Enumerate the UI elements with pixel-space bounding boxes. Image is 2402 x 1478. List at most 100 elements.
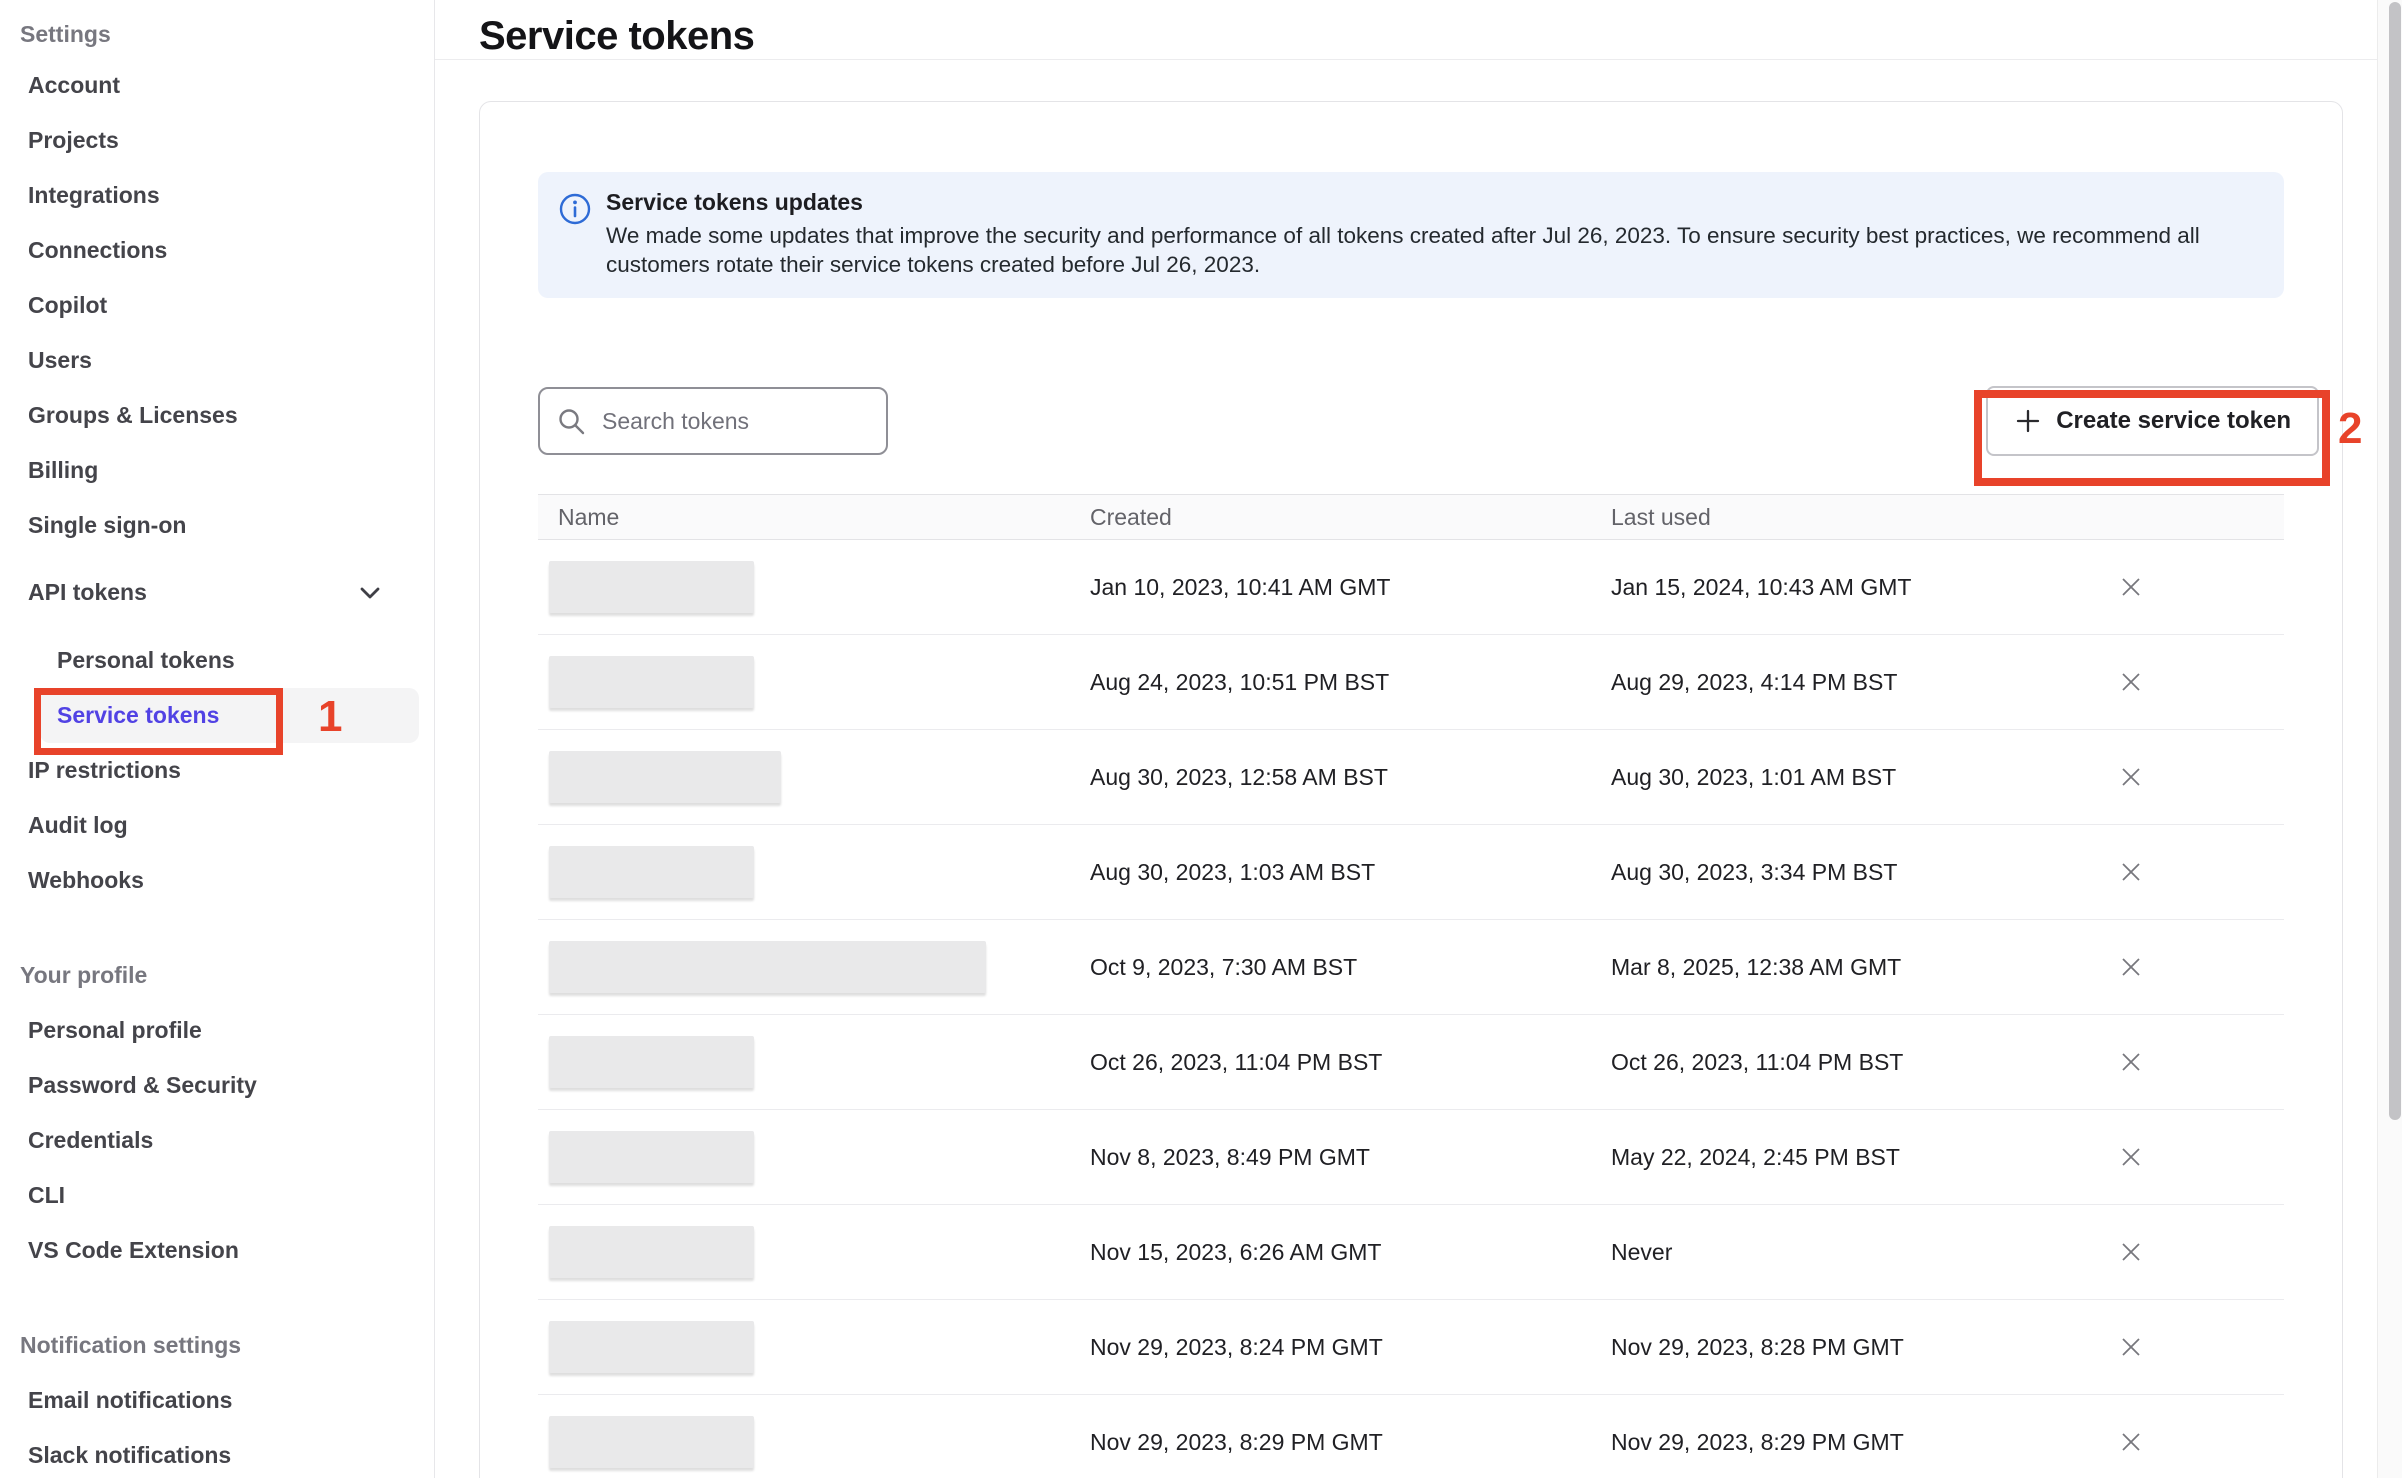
sidebar-section: SettingsAccount Projects IntegrationsConne… bbox=[0, 10, 434, 908]
table-row: Aug 30, 2023, 12:58 AM BSTAug 30, 2023, … bbox=[538, 730, 2284, 825]
sidebar-item-email-notifications[interactable]: Email notifications bbox=[0, 1373, 434, 1428]
cell-name bbox=[538, 561, 1090, 613]
sidebar-item-api-tokens[interactable]: API tokens bbox=[0, 565, 434, 620]
cell-name bbox=[538, 1226, 1090, 1278]
sidebar-item-credentials[interactable]: Credentials bbox=[0, 1113, 434, 1168]
sidebar-section-header: Notification settings bbox=[0, 1318, 434, 1373]
sidebar-item-label: Audit log bbox=[28, 812, 128, 839]
app-window: SettingsAccount Projects IntegrationsConne… bbox=[0, 0, 2402, 1478]
table-row: Aug 24, 2023, 10:51 PM BSTAug 29, 2023, … bbox=[538, 635, 2284, 730]
cell-name bbox=[538, 751, 1090, 803]
cell-actions bbox=[2089, 1425, 2284, 1459]
scrollbar-thumb[interactable] bbox=[2389, 2, 2401, 1120]
close-icon[interactable] bbox=[2114, 1425, 2148, 1459]
sidebar-item-audit-log[interactable]: Audit log bbox=[0, 798, 434, 853]
sidebar-item-users[interactable]: Users bbox=[0, 333, 434, 388]
toolbar: Create service token bbox=[480, 386, 2342, 456]
table-row: Aug 30, 2023, 1:03 AM BSTAug 30, 2023, 3… bbox=[538, 825, 2284, 920]
sidebar-item-label: Projects bbox=[28, 127, 119, 154]
create-service-token-button[interactable]: Create service token bbox=[1986, 386, 2319, 456]
name-redacted-placeholder bbox=[549, 751, 781, 803]
cell-created: Nov 8, 2023, 8:49 PM GMT bbox=[1090, 1144, 1611, 1171]
name-redacted-placeholder bbox=[549, 656, 754, 708]
sidebar-item-label: Credentials bbox=[28, 1127, 153, 1154]
sidebar-item-service-tokens[interactable]: Service tokens bbox=[40, 688, 419, 743]
cell-name bbox=[538, 846, 1090, 898]
name-redacted-placeholder bbox=[549, 1131, 754, 1183]
cell-last-used: Aug 29, 2023, 4:14 PM BST bbox=[1611, 669, 2089, 696]
close-icon[interactable] bbox=[2114, 1140, 2148, 1174]
sidebar-item-slack-notifications[interactable]: Slack notifications bbox=[0, 1428, 434, 1478]
tokens-table: Name Created Last used Jan 10, 2023, 10:… bbox=[538, 494, 2284, 1478]
service-tokens-card: Service tokens updates We made some upda… bbox=[479, 101, 2343, 1478]
sidebar-item-label: VS Code Extension bbox=[28, 1237, 239, 1264]
sidebar-item-cli[interactable]: CLI bbox=[0, 1168, 434, 1223]
sidebar-group: API tokens Personal tokensService tokens bbox=[0, 565, 434, 743]
cell-name bbox=[538, 1131, 1090, 1183]
cell-created: Oct 9, 2023, 7:30 AM BST bbox=[1090, 954, 1611, 981]
close-icon[interactable] bbox=[2114, 1330, 2148, 1364]
name-redacted-placeholder bbox=[549, 1226, 754, 1278]
close-icon[interactable] bbox=[2114, 1235, 2148, 1269]
close-icon[interactable] bbox=[2114, 665, 2148, 699]
cell-name bbox=[538, 656, 1090, 708]
sidebar-item-ip-restrictions[interactable]: IP restrictions bbox=[0, 743, 434, 798]
table-row: Nov 15, 2023, 6:26 AM GMTNever bbox=[538, 1205, 2284, 1300]
sidebar-item-account[interactable]: Account bbox=[0, 58, 434, 113]
column-header-name: Name bbox=[538, 504, 1090, 531]
sidebar-item-password-security[interactable]: Password & Security bbox=[0, 1058, 434, 1113]
sidebar-item-groups-licenses[interactable]: Groups & Licenses bbox=[0, 388, 434, 443]
sidebar-item-vs-code-extension[interactable]: VS Code Extension bbox=[0, 1223, 434, 1278]
sidebar-section: Your profilePersonal profilePassword & S… bbox=[0, 948, 434, 1278]
name-redacted-placeholder bbox=[549, 846, 754, 898]
sidebar-item-label: Webhooks bbox=[28, 867, 144, 894]
chevron-down-icon bbox=[356, 579, 384, 607]
close-icon[interactable] bbox=[2114, 1045, 2148, 1079]
cell-last-used: Jan 15, 2024, 10:43 AM GMT bbox=[1611, 574, 2089, 601]
close-icon[interactable] bbox=[2114, 760, 2148, 794]
name-redacted-placeholder bbox=[549, 561, 754, 613]
cell-created: Oct 26, 2023, 11:04 PM BST bbox=[1090, 1049, 1611, 1076]
cell-actions bbox=[2089, 855, 2284, 889]
sidebar-item-webhooks[interactable]: Webhooks bbox=[0, 853, 434, 908]
sidebar-item-label: Email notifications bbox=[28, 1387, 232, 1414]
search-icon bbox=[556, 406, 588, 438]
column-header-last-used: Last used bbox=[1611, 504, 2089, 531]
cell-actions bbox=[2089, 760, 2284, 794]
scrollbar-track[interactable] bbox=[2377, 0, 2402, 1478]
sidebar-item-copilot[interactable]: Copilot bbox=[0, 278, 434, 333]
sidebar-item-label: API tokens bbox=[28, 579, 147, 606]
table-row: Nov 29, 2023, 8:24 PM GMTNov 29, 2023, 8… bbox=[538, 1300, 2284, 1395]
cell-name bbox=[538, 941, 1090, 993]
cell-last-used: Nov 29, 2023, 8:28 PM GMT bbox=[1611, 1334, 2089, 1361]
search-field bbox=[538, 387, 888, 455]
table-row: Oct 9, 2023, 7:30 AM BSTMar 8, 2025, 12:… bbox=[538, 920, 2284, 1015]
cell-name bbox=[538, 1036, 1090, 1088]
close-icon[interactable] bbox=[2114, 570, 2148, 604]
cell-created: Aug 24, 2023, 10:51 PM BST bbox=[1090, 669, 1611, 696]
sidebar-section-header: Settings bbox=[0, 10, 434, 58]
settings-sidebar: SettingsAccount Projects IntegrationsConne… bbox=[0, 0, 435, 1478]
close-icon[interactable] bbox=[2114, 855, 2148, 889]
banner-title: Service tokens updates bbox=[606, 189, 2256, 216]
sidebar-item-integrations[interactable]: Integrations bbox=[0, 168, 434, 223]
sidebar-item-label: Copilot bbox=[28, 292, 107, 319]
column-header-created: Created bbox=[1090, 504, 1611, 531]
cell-last-used: Mar 8, 2025, 12:38 AM GMT bbox=[1611, 954, 2089, 981]
sidebar-item-projects[interactable]: Projects bbox=[0, 113, 434, 168]
cell-actions bbox=[2089, 665, 2284, 699]
cell-created: Aug 30, 2023, 12:58 AM BST bbox=[1090, 764, 1611, 791]
table-body: Jan 10, 2023, 10:41 AM GMTJan 15, 2024, … bbox=[538, 540, 2284, 1478]
sidebar-item-personal-profile[interactable]: Personal profile bbox=[0, 1003, 434, 1058]
close-icon[interactable] bbox=[2114, 950, 2148, 984]
cell-actions bbox=[2089, 950, 2284, 984]
sidebar-item-single-sign-on[interactable]: Single sign-on bbox=[0, 498, 434, 553]
sidebar-item-billing[interactable]: Billing bbox=[0, 443, 434, 498]
search-input[interactable] bbox=[538, 387, 888, 455]
sidebar-item-personal-tokens[interactable]: Personal tokens bbox=[0, 633, 434, 688]
cell-last-used: Aug 30, 2023, 1:01 AM BST bbox=[1611, 764, 2089, 791]
cell-actions bbox=[2089, 1045, 2284, 1079]
sidebar-item-connections[interactable]: Connections bbox=[0, 223, 434, 278]
sidebar-item-label: Slack notifications bbox=[28, 1442, 231, 1469]
sidebar-sublist: Personal tokensService tokens bbox=[0, 633, 434, 743]
